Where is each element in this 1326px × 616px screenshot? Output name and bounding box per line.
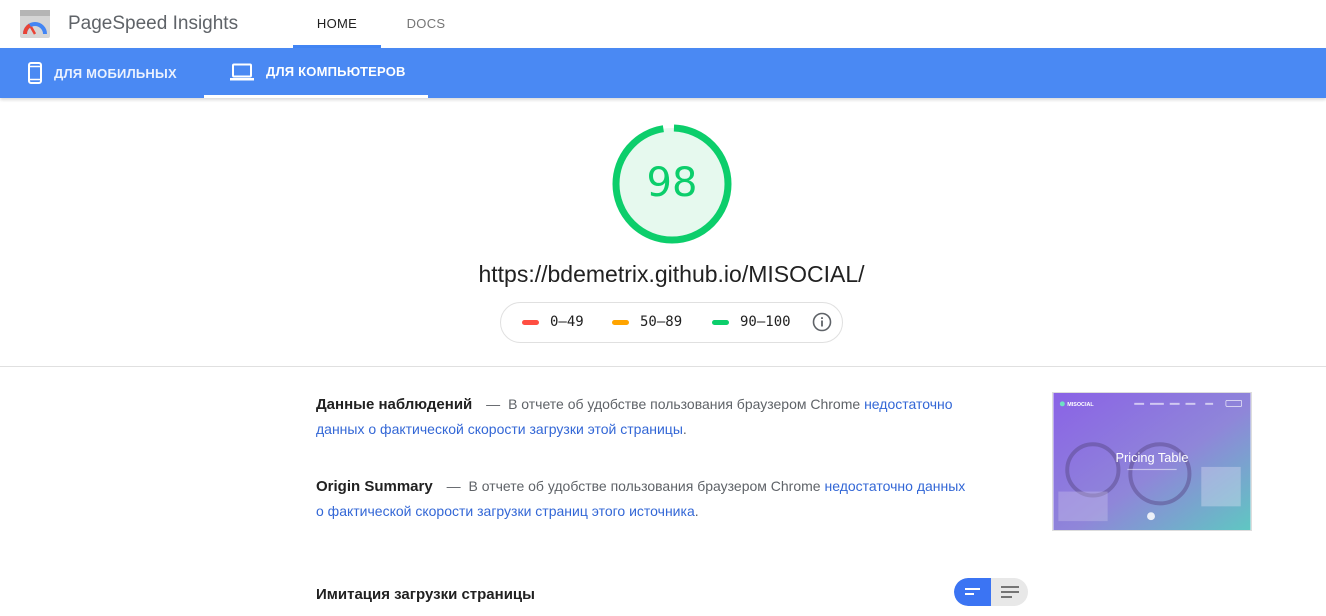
toggle-compact-view-button[interactable] <box>954 578 991 606</box>
thumbnail-heading: Pricing Table <box>1115 450 1188 465</box>
score-legend: 0–49 50–89 90–100 <box>500 302 843 343</box>
legend-swatch-green <box>712 319 729 325</box>
legend-swatch-orange <box>612 319 629 325</box>
legend-average: 50–89 <box>612 314 682 330</box>
nav-tab-home[interactable]: HOME <box>293 0 381 48</box>
tab-mobile-label: ДЛЯ МОБИЛЬНЫХ <box>54 65 177 81</box>
origin-summary-text: В отчете об удобстве пользования браузер… <box>468 478 821 494</box>
pagespeed-logo-icon[interactable] <box>20 10 50 38</box>
field-data-text: В отчете об удобстве пользования браузер… <box>508 396 861 412</box>
thumbnail-brand: MISOCIAL <box>1067 402 1094 408</box>
top-header: PageSpeed Insights HOME DOCS <box>0 0 1326 48</box>
legend-swatch-red <box>522 319 539 325</box>
legend-fail: 0–49 <box>522 314 584 330</box>
tab-mobile[interactable]: ДЛЯ МОБИЛЬНЫХ <box>22 48 194 98</box>
legend-pass-range: 90–100 <box>740 314 791 330</box>
device-tab-bar: ДЛЯ МОБИЛЬНЫХ ДЛЯ КОМПЬЮТЕРОВ <box>0 48 1326 98</box>
list-view-icon <box>1000 586 1019 598</box>
toggle-list-view-button[interactable] <box>991 578 1028 606</box>
lab-data-title: Имитация загрузки страницы <box>316 586 535 603</box>
field-data-dash: — <box>486 396 501 412</box>
legend-fail-range: 0–49 <box>550 314 584 330</box>
tab-desktop[interactable]: ДЛЯ КОМПЬЮТЕРОВ <box>204 48 428 98</box>
field-data-period: . <box>682 421 687 437</box>
performance-score: 98 <box>646 160 698 206</box>
field-data-section: Данные наблюдений — В отчете об удобстве… <box>316 392 976 442</box>
origin-summary-dash: — <box>446 478 461 494</box>
analyzed-url: https://bdemetrix.github.io/MISOCIAL/ <box>478 261 865 287</box>
page-screenshot-thumbnail: MISOCIAL Pricing Table <box>1052 392 1252 531</box>
laptop-icon <box>230 63 254 81</box>
origin-summary-section: Origin Summary — В отчете об удобстве по… <box>316 474 976 524</box>
view-toggle <box>954 578 1028 606</box>
phone-icon <box>28 62 42 84</box>
section-divider <box>0 366 1326 367</box>
field-data-title: Данные наблюдений <box>316 396 473 413</box>
origin-summary-period: . <box>694 503 699 519</box>
legend-pass: 90–100 <box>712 314 791 330</box>
info-icon[interactable] <box>812 312 832 332</box>
origin-summary-title: Origin Summary <box>316 478 433 495</box>
compact-view-icon <box>964 588 980 595</box>
nav-tab-docs[interactable]: DOCS <box>386 0 466 48</box>
legend-average-range: 50–89 <box>640 314 683 330</box>
tab-desktop-label: ДЛЯ КОМПЬЮТЕРОВ <box>266 64 406 79</box>
brand-title[interactable]: PageSpeed Insights <box>68 13 238 35</box>
